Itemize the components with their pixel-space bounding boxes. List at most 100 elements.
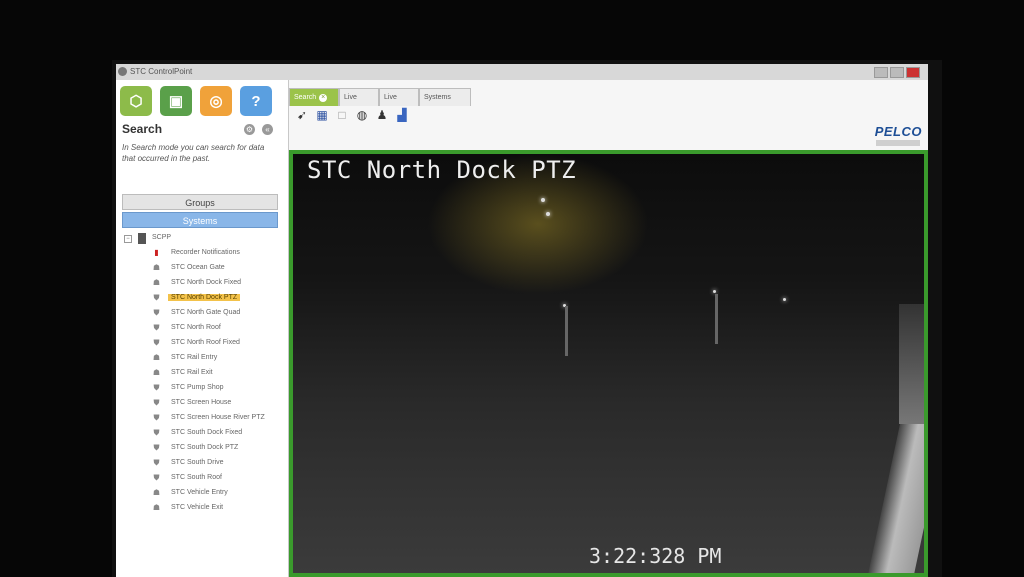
tree-item-label: STC Ocean Gate	[171, 264, 225, 271]
panel-title: Search	[122, 122, 163, 136]
app-logo-icon	[118, 67, 127, 76]
collapse-tree-icon[interactable]: −	[124, 235, 132, 243]
network-icon[interactable]: ⬡	[120, 86, 152, 116]
tree-item-label: Recorder Notifications	[171, 249, 240, 256]
ptz-camera-icon: ⛊	[153, 293, 160, 302]
tree-item-label: STC South Roof	[171, 474, 222, 481]
tree-item[interactable]: ⛊ STC Pump Shop	[122, 381, 282, 396]
tree-item[interactable]: ⛊ STC South Dock Fixed	[122, 426, 282, 441]
binoculars-icon[interactable]: ◎	[200, 86, 232, 116]
camera-video[interactable]: STC North Dock PTZ 3:22:328 PM	[293, 154, 924, 573]
tree-item[interactable]: ⛊ STC Screen House River PTZ	[122, 411, 282, 426]
tree-item[interactable]: ▮ Recorder Notifications	[122, 246, 282, 261]
tree-item[interactable]: ⛊ STC North Roof Fixed	[122, 336, 282, 351]
tree-item-label: STC North Dock PTZ	[168, 294, 241, 301]
tree-item[interactable]: ⛊ STC North Gate Quad	[122, 306, 282, 321]
tree-item[interactable]: ☗ STC Rail Exit	[122, 366, 282, 381]
tree-item-label: STC Rail Exit	[171, 369, 213, 376]
light-pole	[715, 294, 718, 344]
ptz-camera-icon: ⛊	[153, 323, 160, 332]
ptz-camera-icon: ⛊	[153, 338, 160, 347]
blank-view-icon[interactable]: □	[335, 108, 349, 122]
tab-systems[interactable]: Systems	[419, 88, 471, 106]
tree-item-label: STC Screen House River PTZ	[171, 414, 265, 421]
ptz-camera-icon: ⛊	[153, 413, 160, 422]
ptz-camera-icon: ⛊	[153, 428, 160, 437]
tree-item-label: STC South Dock PTZ	[171, 444, 239, 451]
right-panel: Search × Live Live Systems ➹ ▦ □ ◍ ♟ ▟ PE…	[289, 80, 928, 577]
systems-button[interactable]: Systems	[122, 212, 278, 228]
camera-icon: ☗	[152, 488, 161, 497]
tree-item[interactable]: ☗ STC Rail Entry	[122, 351, 282, 366]
pin-icon[interactable]: ➹	[295, 108, 309, 122]
camera-icon: ☗	[152, 368, 161, 377]
tree-item-label: STC South Dock Fixed	[171, 429, 243, 436]
distant-light	[541, 198, 545, 202]
panel-description: In Search mode you can search for data t…	[122, 143, 265, 163]
tree-item-label: STC North Roof	[171, 324, 221, 331]
brand-underline	[876, 140, 920, 146]
tree-item-label: STC Pump Shop	[171, 384, 224, 391]
people-icon[interactable]: ♟	[375, 108, 389, 122]
tab-search[interactable]: Search ×	[289, 88, 339, 106]
tree-item[interactable]: ⛊ STC South Drive	[122, 456, 282, 471]
tree-item[interactable]: ⛊ STC North Dock PTZ	[122, 291, 282, 306]
tree-root[interactable]: − SCPP	[122, 232, 282, 246]
collapse-icon[interactable]: «	[262, 124, 273, 135]
tree-item[interactable]: ⛊ STC Screen House	[122, 396, 282, 411]
distant-light	[783, 298, 786, 301]
tree-item[interactable]: ☗ STC Vehicle Entry	[122, 486, 282, 501]
ptz-camera-icon: ⛊	[153, 458, 160, 467]
minimize-button[interactable]	[874, 67, 888, 78]
tab-label: Systems	[424, 94, 451, 101]
help-icon[interactable]: ?	[240, 86, 272, 116]
globe-icon[interactable]: ◍	[355, 108, 369, 122]
tab-label: Search	[294, 94, 317, 101]
close-tab-icon[interactable]: ×	[319, 94, 328, 102]
tree-item[interactable]: ⛊ STC South Roof	[122, 471, 282, 486]
chart-icon[interactable]: ▟	[395, 108, 409, 122]
tree-item-label: STC South Drive	[171, 459, 224, 466]
window-title: STC ControlPoint	[130, 67, 193, 76]
alert-icon: ▮	[154, 248, 159, 257]
distant-light	[546, 212, 550, 216]
left-panel: ⬡ ▣ ◎ ? Search ⚙ « In Search mode you ca…	[116, 80, 289, 577]
tree-item[interactable]: ⛊ STC North Roof	[122, 321, 282, 336]
tree-item-label: STC Rail Entry	[171, 354, 218, 361]
road-curb	[865, 424, 924, 573]
tree-item-label: STC North Gate Quad	[171, 309, 241, 316]
video-pane[interactable]: STC North Dock PTZ 3:22:328 PM	[289, 150, 928, 577]
settings-icon[interactable]: ⚙	[244, 124, 255, 135]
tree-item[interactable]: ☗ STC North Dock Fixed	[122, 276, 282, 291]
tree-item-label: STC North Roof Fixed	[171, 339, 240, 346]
groups-button[interactable]: Groups	[122, 194, 278, 210]
tree-item[interactable]: ⛊ STC South Dock PTZ	[122, 441, 282, 456]
device-tree: − SCPP ▮ Recorder Notifications ☗ STC Ocean…	[122, 232, 282, 516]
ptz-camera-icon: ⛊	[153, 443, 160, 452]
maximize-button[interactable]	[890, 67, 904, 78]
title-bar: STC ControlPoint	[116, 64, 928, 80]
light-pole	[565, 306, 568, 356]
tree-root-label: SCPP	[152, 234, 172, 241]
camera-icon: ☗	[152, 503, 161, 512]
app-window: STC ControlPoint ⬡ ▣ ◎ ? Search ⚙ « In S…	[116, 64, 928, 577]
ptz-camera-icon: ⛊	[153, 308, 160, 317]
close-button[interactable]	[906, 67, 920, 78]
camera-icon: ☗	[152, 353, 161, 362]
ptz-camera-icon: ⛊	[153, 398, 160, 407]
tab-label: Live	[344, 94, 357, 101]
camera-icon: ☗	[152, 278, 161, 287]
tree-item[interactable]: ☗ STC Ocean Gate	[122, 261, 282, 276]
layout-icon[interactable]: ▦	[315, 108, 329, 122]
tree-item-label: STC Vehicle Exit	[171, 504, 224, 511]
tab-live-1[interactable]: Live	[339, 88, 379, 106]
tree-item-label: STC Screen House	[171, 399, 232, 406]
camera-icon: ☗	[152, 263, 161, 272]
tab-live-2[interactable]: Live	[379, 88, 419, 106]
ptz-camera-icon: ⛊	[153, 473, 160, 482]
tree-item[interactable]: ☗ STC Vehicle Exit	[122, 501, 282, 516]
distant-light	[713, 290, 716, 293]
video-timestamp: 3:22:328 PM	[589, 544, 722, 568]
monitor-icon[interactable]: ▣	[160, 86, 192, 116]
ptz-camera-icon: ⛊	[153, 383, 160, 392]
